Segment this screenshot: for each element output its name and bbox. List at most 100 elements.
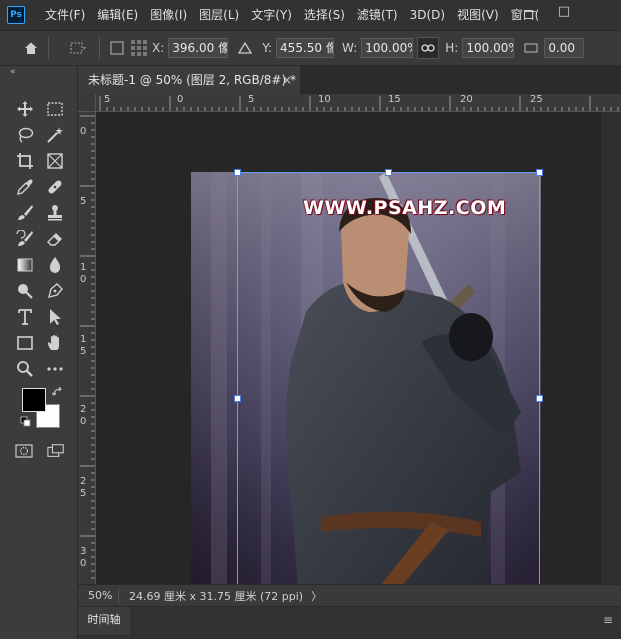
y-field[interactable]: 455.50 像 xyxy=(276,38,335,58)
more-tools-icon[interactable] xyxy=(40,356,70,382)
menu-layer[interactable]: 图层(L) xyxy=(193,0,245,30)
ruler-label: 0 xyxy=(177,94,184,105)
document-window: 未标题-1 @ 50% (图层 2, RGB/8#) * × 5 0 5 10 … xyxy=(78,66,621,639)
y-label: Y: xyxy=(262,41,273,55)
zoom-level[interactable]: 50% xyxy=(78,589,118,602)
zoom-tool-icon[interactable] xyxy=(10,356,40,382)
photoshop-logo: Ps xyxy=(7,6,25,24)
vertical-ruler[interactable]: 0 5 1 0 1 5 2 0 2 5 3 0 xyxy=(78,112,96,584)
path-selection-tool-icon[interactable] xyxy=(40,304,70,330)
menu-image[interactable]: 图像(I) xyxy=(144,0,193,30)
blur-tool-icon[interactable] xyxy=(40,252,70,278)
options-bar: X: 396.00 像 Y: 455.50 像 W: 100.00% H: 10… xyxy=(0,30,621,66)
canvas-pasteboard[interactable]: WWW.PSAHZ.COM xyxy=(96,112,601,628)
timeline-tab[interactable]: 时间轴 xyxy=(78,607,130,635)
hand-tool-icon[interactable] xyxy=(40,330,70,356)
reference-point-checkbox[interactable] xyxy=(106,37,128,59)
separator xyxy=(99,36,100,60)
gradient-tool-icon[interactable] xyxy=(10,252,40,278)
delta-icon[interactable] xyxy=(234,37,256,59)
height-field[interactable]: 100.00% xyxy=(462,38,515,58)
document-tab-bar: 未标题-1 @ 50% (图层 2, RGB/8#) * × xyxy=(78,66,621,94)
menu-filter[interactable]: 滤镜(T) xyxy=(351,0,404,30)
screen-mode-icon[interactable] xyxy=(44,440,68,462)
brush-tool-icon[interactable] xyxy=(10,200,40,226)
pen-tool-icon[interactable] xyxy=(40,278,70,304)
x-field[interactable]: 396.00 像 xyxy=(168,38,229,58)
document-tab[interactable]: 未标题-1 @ 50% (图层 2, RGB/8#) * × xyxy=(78,66,300,94)
menu-3d[interactable]: 3D(D) xyxy=(404,0,451,30)
panel-menu-icon[interactable]: ≡ xyxy=(603,613,613,627)
home-icon[interactable] xyxy=(20,37,42,59)
menu-type[interactable]: 文字(Y) xyxy=(245,0,298,30)
ruler-label: 25 xyxy=(530,94,543,105)
transform-handle[interactable] xyxy=(234,395,241,402)
menu-bar: Ps 文件(F) 编辑(E) 图像(I) 图层(L) 文字(Y) 选择(S) 滤… xyxy=(0,0,621,30)
lasso-tool-icon[interactable] xyxy=(10,122,40,148)
eraser-tool-icon[interactable] xyxy=(40,226,70,252)
history-brush-tool-icon[interactable] xyxy=(10,226,40,252)
clone-stamp-tool-icon[interactable] xyxy=(40,200,70,226)
eyedropper-tool-icon[interactable] xyxy=(10,174,40,200)
w-label: W: xyxy=(342,41,358,55)
document-tab-title: 未标题-1 @ 50% (图层 2, RGB/8#) * xyxy=(88,73,296,87)
foreground-color-swatch[interactable] xyxy=(22,388,46,412)
transform-bounding-box[interactable] xyxy=(237,172,540,625)
transform-handle[interactable] xyxy=(536,395,543,402)
ruler-label: 5 xyxy=(80,196,87,207)
document-size: 24.69 厘米 x 31.75 厘米 (72 ppi) xyxy=(118,587,303,604)
quick-mask-icon[interactable] xyxy=(12,440,36,462)
healing-brush-tool-icon[interactable] xyxy=(40,174,70,200)
ruler-label: 5 xyxy=(80,488,87,499)
menu-file[interactable]: 文件(F) xyxy=(39,0,91,30)
close-tab-icon[interactable]: × xyxy=(282,66,292,94)
magic-wand-tool-icon[interactable] xyxy=(40,122,70,148)
collapse-toolbar-icon[interactable]: « xyxy=(0,66,77,78)
ruler-label: 0 xyxy=(80,126,87,137)
menu-select[interactable]: 选择(S) xyxy=(298,0,351,30)
ruler-label: 1 xyxy=(80,262,87,273)
transform-handle[interactable] xyxy=(536,169,543,176)
rotate-angle-icon xyxy=(520,37,542,59)
ruler-label: 3 xyxy=(80,546,87,557)
vertical-scrollbar[interactable] xyxy=(601,112,621,584)
marquee-tool-icon[interactable] xyxy=(40,96,70,122)
frame-tool-icon[interactable] xyxy=(40,148,70,174)
rectangle-tool-icon[interactable] xyxy=(10,330,40,356)
x-label: X: xyxy=(152,41,165,55)
status-menu-arrow-icon[interactable]: 〉 xyxy=(311,588,322,604)
ruler-label: 15 xyxy=(388,94,401,105)
maximize-button[interactable]: □ xyxy=(547,0,581,22)
ruler-label: 20 xyxy=(460,94,473,105)
menu-view[interactable]: 视图(V) xyxy=(451,0,505,30)
ruler-label: 0 xyxy=(80,558,87,569)
ruler-label: 5 xyxy=(80,346,87,357)
transform-handle[interactable] xyxy=(234,169,241,176)
horizontal-ruler[interactable]: 5 0 5 10 15 20 25 xyxy=(96,94,621,112)
ruler-label: 1 xyxy=(80,334,87,345)
ruler-origin[interactable] xyxy=(78,94,96,112)
default-colors-icon[interactable] xyxy=(20,416,32,428)
move-tool-icon[interactable] xyxy=(10,96,40,122)
dodge-tool-icon[interactable] xyxy=(10,278,40,304)
link-icon[interactable] xyxy=(417,37,440,59)
width-field[interactable]: 100.00% xyxy=(361,38,414,58)
minimize-button[interactable]: — xyxy=(513,0,547,22)
ruler-label: 2 xyxy=(80,476,87,487)
tools-panel: « xyxy=(0,66,78,639)
swap-colors-icon[interactable] xyxy=(52,386,64,398)
ruler-label: 5 xyxy=(248,94,255,105)
ruler-label: 2 xyxy=(80,404,87,415)
transform-handle[interactable] xyxy=(385,169,392,176)
type-tool-icon[interactable] xyxy=(10,304,40,330)
ruler-label: 0 xyxy=(80,274,87,285)
status-bar: 50% 24.69 厘米 x 31.75 厘米 (72 ppi) 〉 xyxy=(78,584,621,606)
angle-field[interactable]: 0.00 xyxy=(544,38,585,58)
ruler-label: 5 xyxy=(104,94,111,105)
transform-icon[interactable] xyxy=(67,37,89,59)
tool-grid xyxy=(10,96,70,382)
menu-items: 文件(F) 编辑(E) 图像(I) 图层(L) 文字(Y) 选择(S) 滤镜(T… xyxy=(39,0,545,30)
crop-tool-icon[interactable] xyxy=(10,148,40,174)
reference-grid-icon[interactable] xyxy=(128,37,150,59)
menu-edit[interactable]: 编辑(E) xyxy=(91,0,144,30)
